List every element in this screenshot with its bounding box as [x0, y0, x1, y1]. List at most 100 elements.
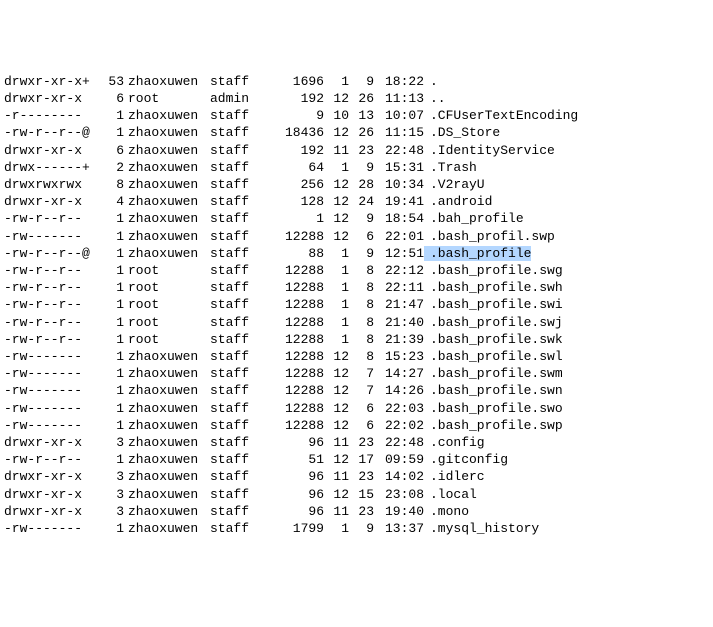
permissions: -rw-r--r--@ — [4, 124, 94, 141]
time: 14:02 — [374, 468, 424, 485]
month: 1 — [324, 262, 349, 279]
time: 22:02 — [374, 417, 424, 434]
permissions: -rw------- — [4, 365, 94, 382]
permissions: -rw-r--r-- — [4, 262, 94, 279]
link-count: 2 — [94, 159, 124, 176]
group: staff — [210, 107, 267, 124]
time: 11:15 — [374, 124, 424, 141]
link-count: 53 — [94, 73, 124, 90]
group: staff — [210, 434, 267, 451]
owner: root — [124, 314, 210, 331]
owner: zhaoxuwen — [124, 434, 210, 451]
time: 22:48 — [374, 434, 424, 451]
link-count: 4 — [94, 193, 124, 210]
month: 1 — [324, 296, 349, 313]
file-name: .bash_profile.swh — [424, 280, 563, 295]
day: 15 — [349, 486, 374, 503]
size: 12288 — [267, 382, 324, 399]
permissions: drwx------+ — [4, 159, 94, 176]
day: 7 — [349, 365, 374, 382]
time: 14:27 — [374, 365, 424, 382]
month: 1 — [324, 159, 349, 176]
group: staff — [210, 365, 267, 382]
day: 6 — [349, 400, 374, 417]
group: staff — [210, 417, 267, 434]
permissions: -rw-r--r-- — [4, 314, 94, 331]
permissions: -rw-r--r-- — [4, 451, 94, 468]
size: 51 — [267, 451, 324, 468]
owner: zhaoxuwen — [124, 520, 210, 537]
permissions: -rw-r--r-- — [4, 279, 94, 296]
day: 13 — [349, 107, 374, 124]
group: staff — [210, 451, 267, 468]
group: staff — [210, 73, 267, 90]
group: staff — [210, 314, 267, 331]
list-row: -rw-------1zhaoxuwenstaff17991913:37.mys… — [4, 520, 709, 537]
size: 64 — [267, 159, 324, 176]
link-count: 1 — [94, 331, 124, 348]
file-name: .bash_profil.swp — [424, 229, 555, 244]
group: staff — [210, 520, 267, 537]
file-name: .bash_profile.swm — [424, 366, 563, 381]
time: 22:48 — [374, 142, 424, 159]
file-name: .gitconfig — [424, 452, 508, 467]
file-name: .bash_profile.swp — [424, 418, 563, 433]
time: 11:13 — [374, 90, 424, 107]
owner: zhaoxuwen — [124, 107, 210, 124]
month: 12 — [324, 210, 349, 227]
permissions: drwxr-xr-x — [4, 193, 94, 210]
size: 96 — [267, 434, 324, 451]
list-row: -rw-r--r--1zhaoxuwenstaff51121709:59.git… — [4, 451, 709, 468]
permissions: drwxrwxrwx — [4, 176, 94, 193]
month: 12 — [324, 382, 349, 399]
list-row: drwxr-xr-x4zhaoxuwenstaff128122419:41.an… — [4, 193, 709, 210]
permissions: drwxr-xr-x+ — [4, 73, 94, 90]
file-name: .idlerc — [424, 469, 485, 484]
file-name: .config — [424, 435, 485, 450]
owner: zhaoxuwen — [124, 210, 210, 227]
file-name: .android — [424, 194, 492, 209]
file-name: .bash_profile.swj — [424, 315, 563, 330]
link-count: 1 — [94, 210, 124, 227]
day: 8 — [349, 348, 374, 365]
month: 12 — [324, 348, 349, 365]
list-row: -rw-------1zhaoxuwenstaff1228812714:26.b… — [4, 382, 709, 399]
link-count: 1 — [94, 107, 124, 124]
time: 22:03 — [374, 400, 424, 417]
ls-listing: drwxr-xr-x+53zhaoxuwenstaff16961918:22.d… — [4, 73, 709, 537]
permissions: -rw-r--r-- — [4, 331, 94, 348]
size: 192 — [267, 90, 324, 107]
size: 12288 — [267, 331, 324, 348]
month: 11 — [324, 142, 349, 159]
file-name: .. — [424, 91, 446, 106]
link-count: 1 — [94, 417, 124, 434]
owner: zhaoxuwen — [124, 486, 210, 503]
size: 1696 — [267, 73, 324, 90]
permissions: drwxr-xr-x — [4, 503, 94, 520]
owner: zhaoxuwen — [124, 468, 210, 485]
group: staff — [210, 348, 267, 365]
time: 21:39 — [374, 331, 424, 348]
file-name: .bash_profile — [424, 246, 531, 261]
file-name: .bash_profile.swl — [424, 349, 563, 364]
link-count: 6 — [94, 90, 124, 107]
permissions: -rw------- — [4, 400, 94, 417]
size: 12288 — [267, 417, 324, 434]
link-count: 1 — [94, 262, 124, 279]
month: 1 — [324, 331, 349, 348]
time: 22:11 — [374, 279, 424, 296]
file-name: .DS_Store — [424, 125, 500, 140]
list-row: -rw-------1zhaoxuwenstaff1228812622:02.b… — [4, 417, 709, 434]
group: staff — [210, 210, 267, 227]
owner: root — [124, 296, 210, 313]
time: 10:34 — [374, 176, 424, 193]
link-count: 1 — [94, 400, 124, 417]
list-row: -rw-r--r--1rootstaff122881821:40.bash_pr… — [4, 314, 709, 331]
file-name: .mono — [424, 504, 469, 519]
time: 18:54 — [374, 210, 424, 227]
file-name: .local — [424, 487, 477, 502]
permissions: -rw------- — [4, 520, 94, 537]
permissions: -rw------- — [4, 382, 94, 399]
day: 9 — [349, 245, 374, 262]
list-row: drwxr-xr-x3zhaoxuwenstaff96121523:08.loc… — [4, 486, 709, 503]
